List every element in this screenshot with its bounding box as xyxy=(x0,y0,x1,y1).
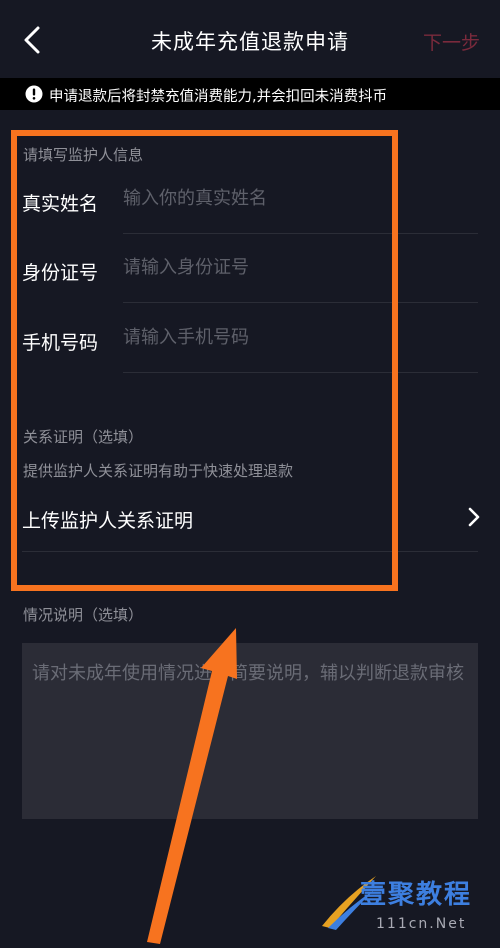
situation-textarea-box xyxy=(22,643,478,819)
situation-section-title: 情况说明（选填） xyxy=(23,606,144,624)
divider xyxy=(123,372,478,373)
divider xyxy=(123,302,478,303)
header-bar: 未成年充值退款申请 下一步 xyxy=(0,0,500,82)
upload-relation-proof-row[interactable]: 上传监护人关系证明 xyxy=(0,495,500,551)
watermark-main-text: 壹聚教程 xyxy=(360,880,473,910)
relation-section-desc: 提供监护人关系证明有助于快速处理退款 xyxy=(23,462,294,480)
real-name-input[interactable] xyxy=(123,182,478,214)
chevron-right-icon xyxy=(468,507,480,527)
guardian-section-hint: 请填写监护人信息 xyxy=(23,146,144,164)
divider xyxy=(123,233,478,234)
watermark-sub-text: 111cn.Net xyxy=(376,916,467,932)
phone-number-label: 手机号码 xyxy=(22,332,99,354)
notice-bar: 申请退款后将封禁充值消费能力,并会扣回未消费抖币 xyxy=(0,78,500,110)
upload-relation-proof-label: 上传监护人关系证明 xyxy=(22,510,194,532)
divider xyxy=(22,551,478,552)
id-number-label: 身份证号 xyxy=(22,262,99,284)
id-number-input[interactable] xyxy=(123,251,478,283)
notice-text: 申请退款后将封禁充值消费能力,并会扣回未消费抖币 xyxy=(49,89,388,105)
next-step-button[interactable]: 下一步 xyxy=(423,28,480,55)
watermark: 壹聚教程 111cn.Net xyxy=(318,872,494,942)
relation-section-title: 关系证明（选填） xyxy=(23,428,144,446)
real-name-label: 真实姓名 xyxy=(22,193,99,215)
exclamation-circle-icon xyxy=(25,85,43,103)
situation-textarea[interactable] xyxy=(22,643,478,819)
phone-number-input[interactable] xyxy=(123,321,478,353)
